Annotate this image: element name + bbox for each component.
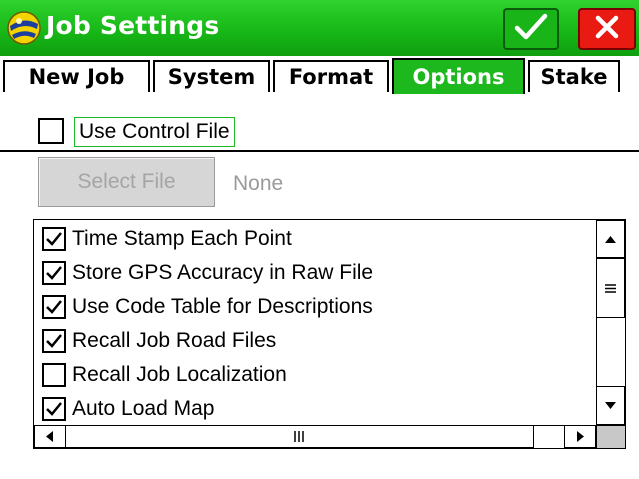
scroll-up-button[interactable] — [596, 220, 625, 258]
ok-button[interactable] — [503, 8, 559, 50]
scroll-right-button[interactable] — [564, 425, 596, 448]
use-control-file-label[interactable]: Use Control File — [74, 117, 235, 147]
scroll-up-arrow-icon — [605, 236, 616, 243]
horizontal-scrollbar[interactable] — [34, 425, 596, 448]
tab-system[interactable]: System — [153, 60, 270, 92]
tab-stake[interactable]: Stake — [528, 60, 620, 92]
option-checkbox[interactable] — [42, 261, 66, 285]
option-checkbox[interactable] — [42, 295, 66, 319]
vertical-scrollbar[interactable] — [596, 220, 625, 425]
option-checkbox[interactable] — [42, 397, 66, 421]
option-label: Auto Load Map — [72, 397, 215, 420]
app-logo-icon — [6, 10, 42, 46]
grip-lines-icon — [605, 284, 616, 293]
selected-file-name: None — [233, 172, 284, 195]
tab-format[interactable]: Format — [273, 60, 389, 92]
ok-check-icon — [514, 12, 548, 47]
tab-options[interactable]: Options — [392, 58, 525, 94]
horizontal-scroll-thumb[interactable] — [65, 425, 534, 448]
scroll-left-button[interactable] — [34, 425, 66, 448]
select-file-button[interactable]: Select File — [38, 157, 215, 207]
grip-lines-icon — [294, 431, 304, 442]
window-title: Job Settings — [46, 11, 220, 40]
option-checkbox[interactable] — [42, 363, 66, 387]
option-label: Recall Job Road Files — [72, 329, 277, 352]
option-label: Time Stamp Each Point — [72, 227, 292, 250]
scroll-down-button[interactable] — [596, 386, 625, 425]
tab-strip: New Job System Format Options Stake — [0, 56, 639, 152]
scroll-right-arrow-icon — [577, 431, 584, 442]
option-label: Use Code Table for Descriptions — [72, 295, 373, 318]
options-list: Time Stamp Each Point Store GPS Accuracy… — [33, 219, 626, 449]
scrollbar-corner — [596, 425, 625, 448]
scroll-left-arrow-icon — [46, 431, 53, 442]
scroll-down-arrow-icon — [605, 402, 616, 409]
option-checkbox[interactable] — [42, 329, 66, 353]
vertical-scroll-thumb[interactable] — [596, 258, 625, 318]
option-label: Store GPS Accuracy in Raw File — [72, 261, 374, 284]
close-button[interactable] — [578, 8, 636, 50]
option-checkbox[interactable] — [42, 227, 66, 251]
tab-divider — [0, 150, 639, 152]
title-bar: Job Settings — [0, 0, 639, 56]
tab-new-job[interactable]: New Job — [3, 60, 150, 92]
option-label: Recall Job Localization — [72, 363, 287, 386]
use-control-file-checkbox[interactable] — [38, 118, 64, 144]
close-x-icon — [592, 12, 622, 47]
